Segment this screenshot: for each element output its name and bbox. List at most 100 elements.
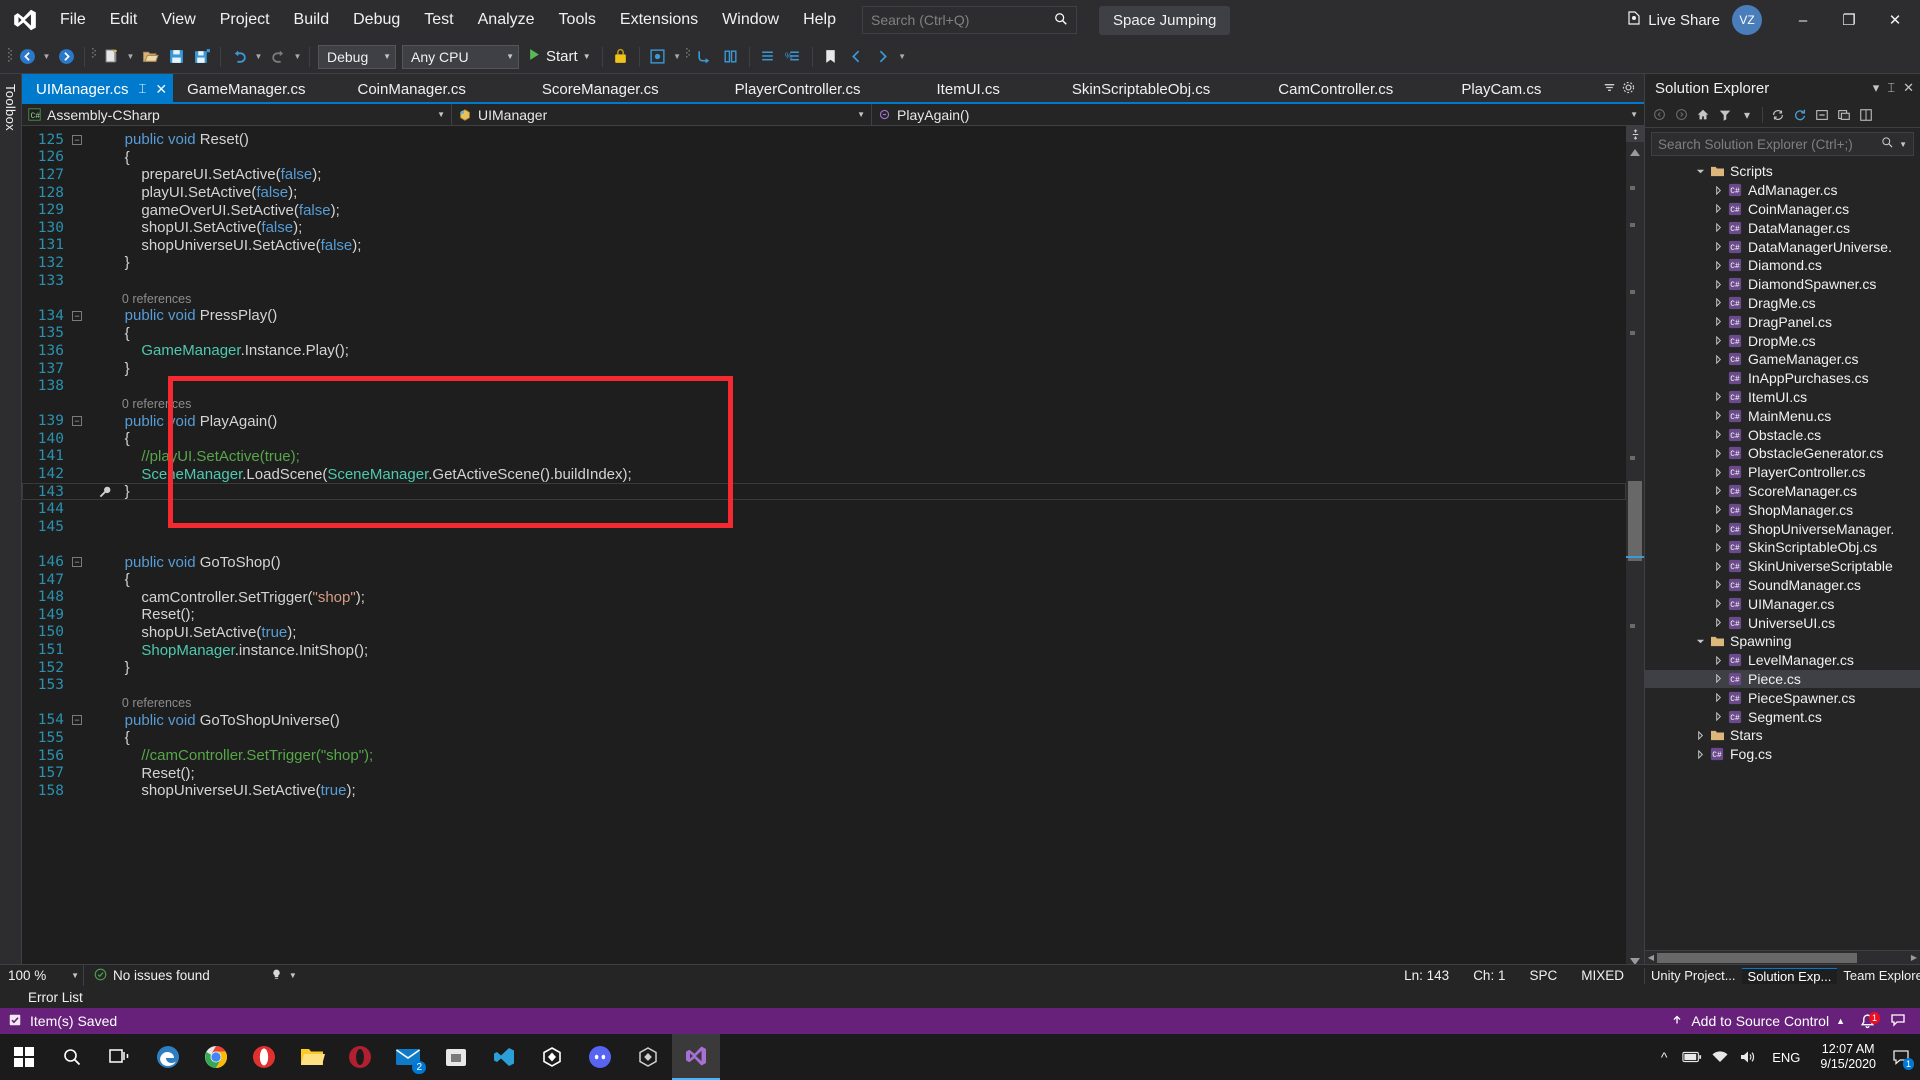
preview-changes-button[interactable] [645, 44, 671, 70]
chevron-right-icon[interactable] [1709, 223, 1727, 233]
menu-window[interactable]: Window [710, 6, 791, 34]
tree-file-row[interactable]: C# UniverseUI.cs [1645, 613, 1920, 632]
code-line[interactable]: 136 GameManager.Instance.Play(); [22, 342, 1626, 360]
chevron-right-icon[interactable] [1709, 655, 1727, 665]
error-list-tab[interactable]: Error List [0, 986, 1920, 1008]
search-input[interactable]: Search (Ctrl+Q) [861, 6, 1077, 34]
tree-file-row[interactable]: C# Segment.cs [1645, 707, 1920, 726]
code-line[interactable]: 133 [22, 272, 1626, 290]
menu-tools[interactable]: Tools [547, 6, 608, 34]
tree-file-row[interactable]: C# CoinManager.cs [1645, 200, 1920, 219]
tree-file-row[interactable]: C# SkinScriptableObj.cs [1645, 538, 1920, 557]
code-line[interactable]: 148 camController.SetTrigger("shop"); [22, 588, 1626, 606]
tree-file-row[interactable]: C# SoundManager.cs [1645, 576, 1920, 595]
save-all-button[interactable] [189, 44, 215, 70]
code-line[interactable]: 140 { [22, 430, 1626, 448]
step-over-button[interactable] [718, 44, 744, 70]
start-dropdown-icon[interactable]: ▼ [583, 52, 591, 61]
issues-indicator[interactable]: No issues found [84, 968, 220, 984]
chevron-down-icon[interactable] [1691, 167, 1709, 176]
code-line[interactable]: 131 shopUniverseUI.SetActive(false); [22, 237, 1626, 255]
collapse-icon[interactable]: − [72, 134, 82, 145]
fold-indicator[interactable]: − [64, 310, 90, 321]
tree-file-row[interactable]: C# PlayerController.cs [1645, 463, 1920, 482]
code-line[interactable]: 150 shopUI.SetActive(true); [22, 624, 1626, 642]
menu-edit[interactable]: Edit [98, 6, 150, 34]
tab-scoremanager[interactable]: ScoreManager.cs [504, 74, 697, 104]
chevron-right-icon[interactable] [1709, 242, 1727, 252]
opera-gx-icon[interactable] [336, 1034, 384, 1080]
codelens-references[interactable] [108, 538, 122, 552]
back-icon[interactable] [1649, 105, 1669, 125]
tab-camcontroller[interactable]: CamController.cs [1244, 74, 1427, 104]
scrollbar-split-handle[interactable] [1626, 126, 1644, 142]
account-avatar[interactable]: VZ [1732, 5, 1762, 35]
active-files-dropdown-icon[interactable] [1602, 80, 1617, 99]
edge-icon[interactable] [144, 1034, 192, 1080]
tree-file-row[interactable]: C# DataManagerUniverse. [1645, 237, 1920, 256]
codelens-line[interactable]: 0 references [22, 289, 1626, 307]
tree-file-row[interactable]: C# ItemUI.cs [1645, 388, 1920, 407]
wifi-icon[interactable] [1706, 1034, 1734, 1080]
code-line[interactable]: 130 shopUI.SetActive(false); [22, 219, 1626, 237]
pane-tab-solution-explorer[interactable]: Solution Exp... [1741, 967, 1838, 984]
solution-explorer-tree[interactable]: Scripts C# AdManager.cs C# CoinManager.cs C# D… [1645, 160, 1920, 950]
previous-bookmark-button[interactable] [844, 44, 870, 70]
discord-icon[interactable] [576, 1034, 624, 1080]
store-icon[interactable] [432, 1034, 480, 1080]
menu-file[interactable]: File [48, 6, 98, 34]
zoom-level-dropdown[interactable]: 100 % ▼ [0, 964, 84, 987]
menu-debug[interactable]: Debug [341, 6, 412, 34]
chevron-down-icon[interactable] [1691, 637, 1709, 646]
volume-icon[interactable] [1734, 1034, 1762, 1080]
pin-icon[interactable]: ⌶ [1887, 80, 1895, 96]
code-line[interactable]: 156 //camController.SetTrigger("shop"); [22, 747, 1626, 765]
tree-file-row[interactable]: C# MainMenu.cs [1645, 406, 1920, 425]
menu-view[interactable]: View [149, 6, 207, 34]
notifications-button[interactable]: 1 [1859, 1011, 1880, 1030]
navigate-backward-button[interactable] [14, 44, 40, 70]
chevron-right-icon[interactable] [1709, 561, 1727, 571]
tree-file-row[interactable]: C# DragPanel.cs [1645, 312, 1920, 331]
clock[interactable]: 12:07 AM 9/15/2020 [1810, 1042, 1886, 1072]
code-line[interactable]: 154− public void GoToShopUniverse() [22, 712, 1626, 730]
tree-file-row[interactable]: C# DropMe.cs [1645, 331, 1920, 350]
code-line[interactable]: 149 Reset(); [22, 606, 1626, 624]
tab-uimanager[interactable]: UIManager.cs ⌶ ✕ [22, 74, 174, 104]
code-line[interactable]: 128 playUI.SetActive(false); [22, 184, 1626, 202]
navigate-forward-button[interactable] [53, 44, 79, 70]
step-into-button[interactable] [692, 44, 718, 70]
maximize-button[interactable]: ❐ [1826, 0, 1872, 40]
codelens-references[interactable]: 0 references [108, 696, 191, 710]
chevron-right-icon[interactable] [1709, 674, 1727, 684]
tray-expand-icon[interactable]: ^ [1650, 1034, 1678, 1080]
scrollbar-thumb[interactable] [1628, 481, 1642, 561]
feedback-icon[interactable] [1890, 1012, 1906, 1031]
solution-platform-dropdown[interactable]: Any CPU ▼ [402, 44, 519, 69]
save-button[interactable] [163, 44, 189, 70]
tree-file-row[interactable]: C# ObstacleGenerator.cs [1645, 444, 1920, 463]
mail-icon[interactable]: 2 [384, 1034, 432, 1080]
search-icon[interactable] [48, 1034, 96, 1080]
tree-file-row[interactable]: C# LevelManager.cs [1645, 651, 1920, 670]
attach-to-unity-button[interactable] [608, 44, 634, 70]
add-to-source-control-button[interactable]: Add to Source Control ▲ [1670, 1013, 1845, 1030]
opera-icon[interactable] [240, 1034, 288, 1080]
chevron-right-icon[interactable] [1709, 524, 1727, 534]
vscode-icon[interactable] [480, 1034, 528, 1080]
tree-file-row[interactable]: C# AdManager.cs [1645, 181, 1920, 200]
chevron-right-icon[interactable] [1709, 185, 1727, 195]
new-project-button[interactable] [98, 44, 124, 70]
tree-file-row[interactable]: C# Diamond.cs [1645, 256, 1920, 275]
tree-file-row[interactable]: C# PieceSpawner.cs [1645, 688, 1920, 707]
codelens-references[interactable]: 0 references [108, 292, 191, 306]
code-line[interactable]: 144 [22, 500, 1626, 518]
code-line[interactable]: 142 SceneManager.LoadScene(SceneManager.… [22, 465, 1626, 483]
uncomment-selection-button[interactable]: % [781, 44, 807, 70]
menu-project[interactable]: Project [208, 6, 282, 34]
tree-file-row[interactable]: C# Obstacle.cs [1645, 425, 1920, 444]
chevron-right-icon[interactable] [1709, 260, 1727, 270]
pane-tab-team-explorer[interactable]: Team Explorer [1837, 968, 1920, 984]
chevron-right-icon[interactable] [1709, 505, 1727, 515]
start-debug-button[interactable]: Start ▼ [522, 48, 597, 65]
